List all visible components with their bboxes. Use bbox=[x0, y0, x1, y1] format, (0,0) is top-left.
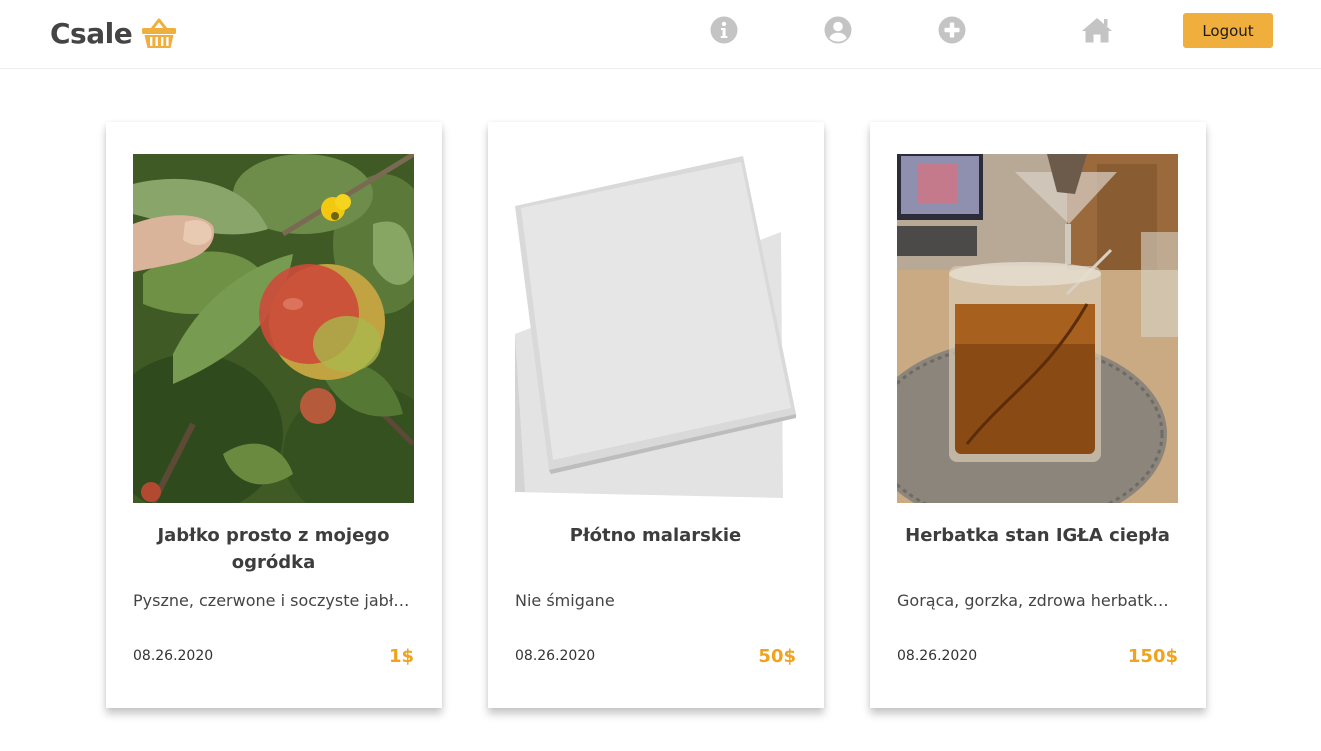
product-image[interactable] bbox=[133, 154, 414, 503]
product-title[interactable]: Jabłko prosto z mojego ogródka bbox=[133, 522, 414, 576]
brand-name: Csale bbox=[50, 16, 133, 50]
product-card[interactable]: Jabłko prosto z mojego ogródka Pyszne, c… bbox=[106, 122, 442, 708]
product-title[interactable]: Płótno malarskie bbox=[515, 522, 796, 549]
user-circle-icon[interactable] bbox=[824, 16, 852, 44]
white-canvas-photo bbox=[515, 154, 796, 503]
product-image[interactable] bbox=[897, 154, 1178, 503]
info-icon[interactable] bbox=[710, 16, 738, 44]
product-date: 08.26.2020 bbox=[133, 648, 214, 664]
home-icon[interactable] bbox=[1081, 16, 1113, 44]
product-image[interactable] bbox=[515, 154, 796, 503]
basket-icon bbox=[142, 18, 177, 48]
tea-glass-photo bbox=[897, 154, 1178, 503]
product-date: 08.26.2020 bbox=[897, 648, 978, 664]
product-price: 50$ bbox=[758, 646, 796, 667]
product-card[interactable]: Płótno malarskie Nie śmigane 08.26.2020 … bbox=[488, 122, 824, 708]
product-description: Nie śmigane bbox=[515, 591, 615, 610]
product-description: Pyszne, czerwone i soczyste jabłuszko bbox=[133, 591, 414, 610]
plus-circle-icon[interactable] bbox=[938, 16, 966, 44]
top-navbar: Csale Logout bbox=[0, 0, 1321, 69]
logout-button[interactable]: Logout bbox=[1183, 13, 1273, 48]
product-date: 08.26.2020 bbox=[515, 648, 596, 664]
product-card[interactable]: Herbatka stan IGŁA ciepła Gorąca, gorzka… bbox=[870, 122, 1206, 708]
product-price: 1$ bbox=[388, 646, 414, 667]
product-title[interactable]: Herbatka stan IGŁA ciepła bbox=[897, 522, 1178, 549]
apple-on-tree-photo bbox=[133, 154, 414, 503]
product-description: Gorąca, gorzka, zdrowa herbatka, pyszna bbox=[897, 591, 1178, 610]
product-price: 150$ bbox=[1127, 646, 1178, 667]
brand-logo[interactable]: Csale bbox=[50, 13, 178, 53]
